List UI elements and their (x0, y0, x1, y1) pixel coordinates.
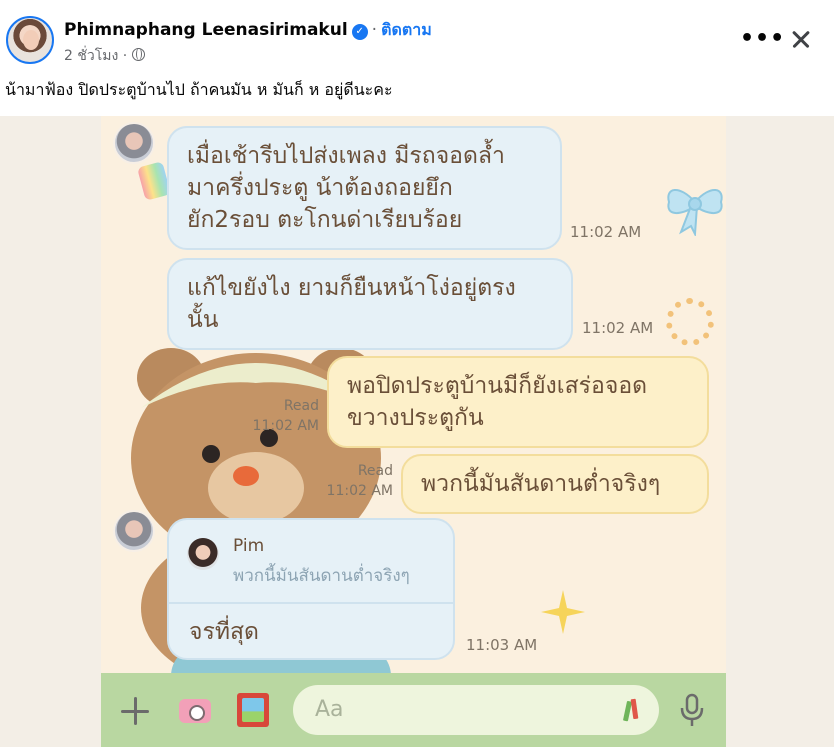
message-text: แก้ไขยังไง ยามก็ยืนหน้าโง่อยู่ตรง นั้น (187, 275, 516, 333)
post-header: Phimnaphang Leenasirimakul ✓ · ติดตาม 2 ชั่… (0, 0, 834, 72)
camera-icon[interactable] (179, 699, 211, 723)
quoted-sender: Pim (233, 536, 265, 556)
reply-divider (169, 602, 453, 604)
quoted-avatar (187, 538, 219, 570)
contact-avatar[interactable] (113, 510, 155, 552)
read-time: 11:02 AM (252, 418, 319, 434)
message-text: เมื่อเช้ารีบไปส่งเพลง มีรถจอดล้ำ มาครึ่ง… (187, 143, 505, 233)
read-label: Read (283, 398, 319, 414)
plus-icon[interactable] (119, 695, 151, 727)
contact-avatar[interactable] (113, 122, 155, 164)
author-name[interactable]: Phimnaphang Leenasirimakul (64, 20, 348, 40)
bead-ring-sticker-icon (666, 298, 714, 346)
verified-icon: ✓ (351, 24, 368, 40)
chat-input-bar: Aa (101, 673, 726, 747)
message-bubble[interactable]: เมื่อเช้ารีบไปส่งเพลง มีรถจอดล้ำ มาครึ่ง… (167, 126, 562, 250)
crayon-icon[interactable] (623, 695, 641, 725)
avatar-face (23, 30, 39, 50)
separator-dot: · (371, 20, 378, 40)
meta-dot: · (118, 48, 132, 64)
message-bubble[interactable]: พวกนี้มันสันดานต่ำจริงๆ (401, 454, 709, 514)
author-line: Phimnaphang Leenasirimakul ✓ · ติดตาม (64, 18, 432, 43)
message-time: 11:03 AM (466, 636, 538, 654)
more-options-button[interactable]: ••• (740, 24, 784, 54)
post-meta: 2 ชั่วโมง · (64, 45, 145, 67)
message-text: พอปิดประตูบ้านมีก็ยังเสร่อจอด ขวางประตูก… (347, 373, 648, 431)
quoted-text[interactable]: พวกนี้มันสันดานต่ำจริงๆ (233, 562, 410, 589)
follow-button[interactable]: ติดตาม (381, 20, 432, 39)
read-receipt: Read 11:02 AM (325, 461, 393, 501)
message-time: 11:02 AM (570, 223, 642, 241)
chat-screenshot: เมื่อเช้ารีบไปส่งเพลง มีรถจอดล้ำ มาครึ่ง… (101, 116, 726, 747)
message-time: 11:02 AM (582, 319, 654, 337)
bow-sticker-icon (667, 189, 723, 236)
message-input[interactable]: Aa (293, 685, 659, 735)
image-icon[interactable] (237, 693, 269, 727)
read-label: Read (357, 463, 393, 479)
reply-message-bubble[interactable]: Pim พวกนี้มันสันดานต่ำจริงๆ จรที่สุด (167, 518, 455, 660)
message-bubble[interactable]: แก้ไขยังไง ยามก็ยืนหน้าโง่อยู่ตรง นั้น (167, 258, 573, 350)
read-time: 11:02 AM (326, 483, 393, 499)
close-icon[interactable] (786, 24, 816, 54)
read-receipt: Read 11:02 AM (251, 396, 319, 436)
microphone-icon[interactable] (679, 693, 705, 727)
rainbow-sticker-icon (137, 161, 171, 201)
star-sticker-icon (541, 590, 585, 634)
post-time[interactable]: 2 ชั่วโมง (64, 48, 118, 64)
author-avatar[interactable] (6, 16, 54, 64)
message-text: จรที่สุด (189, 619, 259, 645)
post-caption: น้ามาฟ้อง ปิดประตูบ้านไป ถ้าคนมัน ห มันก… (5, 80, 393, 99)
message-bubble[interactable]: พอปิดประตูบ้านมีก็ยังเสร่อจอด ขวางประตูก… (327, 356, 709, 448)
message-text: พวกนี้มันสันดานต่ำจริงๆ (421, 471, 661, 497)
globe-icon[interactable] (131, 48, 145, 61)
